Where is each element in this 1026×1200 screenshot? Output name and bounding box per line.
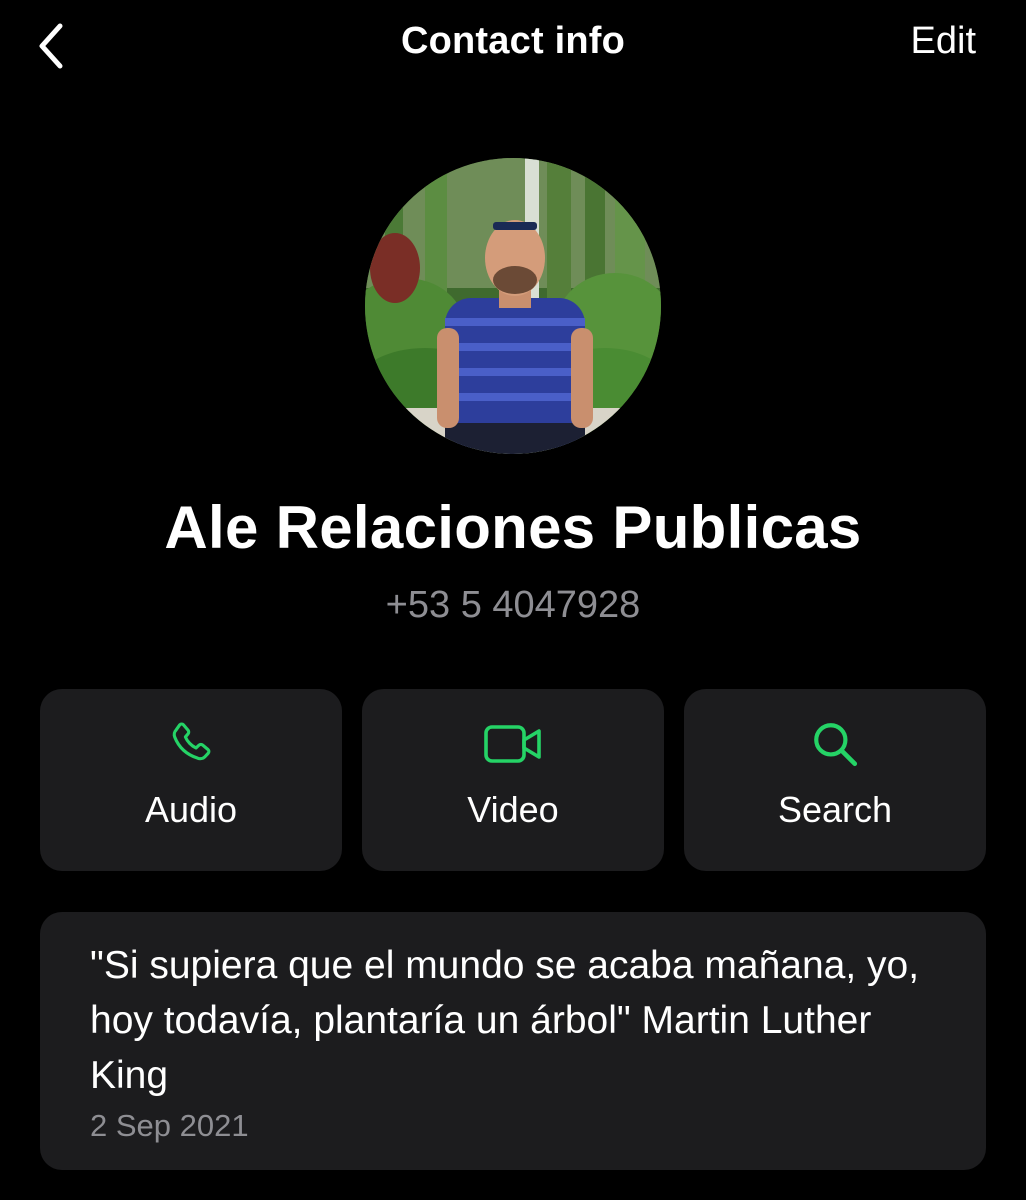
about-date: 2 Sep 2021 xyxy=(90,1108,249,1143)
edit-button[interactable]: Edit xyxy=(911,20,976,63)
navigation-bar: Contact info Edit xyxy=(0,0,1026,92)
page-title: Contact info xyxy=(400,20,626,62)
video-camera-icon xyxy=(484,725,541,763)
video-label: Video xyxy=(467,789,559,830)
audio-label: Audio xyxy=(144,789,238,830)
phone-icon xyxy=(172,722,211,761)
search-button[interactable]: Search xyxy=(684,689,986,871)
audio-call-button[interactable]: Audio xyxy=(40,689,342,871)
search-label: Search xyxy=(777,789,893,830)
contact-phone: +53 5 4047928 xyxy=(385,584,641,626)
avatar[interactable] xyxy=(365,158,661,454)
video-call-button[interactable]: Video xyxy=(362,689,664,871)
about-text: "Si supiera que el mundo se acaba mañana… xyxy=(90,944,920,1097)
search-icon xyxy=(814,723,858,767)
about-card[interactable]: "Si supiera que el mundo se acaba mañana… xyxy=(40,912,986,1170)
contact-name: Ale Relaciones Publicas xyxy=(164,494,862,561)
